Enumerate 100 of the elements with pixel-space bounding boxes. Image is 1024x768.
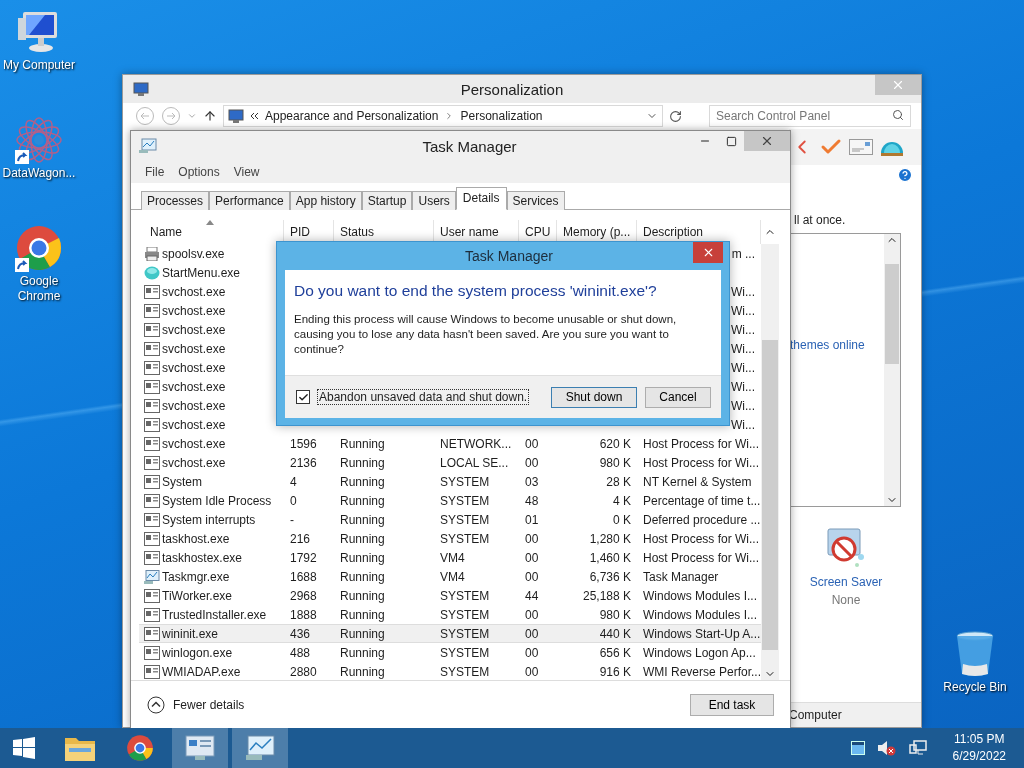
table-cell: TrustedInstaller.exe xyxy=(162,607,267,622)
table-cell-text: Running xyxy=(339,645,386,660)
table-cell-text: 4 xyxy=(289,474,298,489)
table-cell: wininit.exe xyxy=(162,626,219,641)
table-cell-text: 1,280 K xyxy=(588,531,632,546)
table-cell-text: Wi... xyxy=(730,341,756,356)
table-cell-text: Host Process for Wi... xyxy=(642,550,761,565)
table-cell-text: Host Process for Wi... xyxy=(642,436,761,451)
table-cell-text: Wi... xyxy=(730,360,756,375)
table-cell-text: 1792 xyxy=(289,550,318,565)
table-cell-text: Host Process for Wi... xyxy=(642,531,761,546)
table-cell-text: 6,736 K xyxy=(588,569,632,584)
table-cell-text: 01 xyxy=(524,512,540,527)
table-cell: TiWorker.exe xyxy=(162,588,233,603)
table-cell-text: 440 K xyxy=(598,626,632,641)
table-cell-text: 216 xyxy=(289,531,312,546)
table-cell-text: - xyxy=(289,512,295,527)
dialog-heading: Do you want to end the system process 'wininit.exe'? xyxy=(294,282,658,300)
table-cell-text: Windows Logon Ap... xyxy=(642,645,757,660)
clock-date: 6/29/2022 xyxy=(952,748,1006,765)
table-cell-text: 48 xyxy=(524,493,540,508)
screen-saver-value: None xyxy=(831,593,861,607)
table-cell-text: SYSTEM xyxy=(439,531,491,546)
table-cell-text: SYSTEM xyxy=(439,588,491,603)
table-cell: svchost.exe xyxy=(162,303,226,318)
table-cell-text: 00 xyxy=(524,645,540,660)
table-cell-text: SYSTEM xyxy=(439,664,491,679)
table-cell-text: m ... xyxy=(730,246,756,261)
table-cell-text: Wi... xyxy=(730,398,756,413)
table-cell-text: SYSTEM xyxy=(439,512,491,527)
table-cell-text: 00 xyxy=(524,531,540,546)
table-cell-text: NETWORK... xyxy=(439,436,513,451)
table-cell-text: 436 xyxy=(289,626,312,641)
table-cell-text: VM4 xyxy=(439,550,466,565)
dialog-message: Ending this process will cause Windows to become unusable or shut down, causing you to lose any data hasn't been saved. Are you sure you want to continue? xyxy=(294,312,678,357)
table-cell: winlogon.exe xyxy=(162,645,233,660)
table-cell: svchost.exe xyxy=(162,398,226,413)
table-cell-text: Running xyxy=(339,512,386,527)
window-title: Personalization xyxy=(459,80,565,98)
table-cell-text: 2880 xyxy=(289,664,318,679)
table-cell-text: VM4 xyxy=(439,569,466,584)
table-cell-text: 0 xyxy=(289,493,298,508)
table-cell-text: 1,460 K xyxy=(588,550,632,565)
table-cell: svchost.exe xyxy=(162,360,226,375)
table-cell-text: 2968 xyxy=(289,588,318,603)
table-cell-text: Deferred procedure ... xyxy=(642,512,761,527)
table-cell-text: 620 K xyxy=(598,436,632,451)
table-cell-text: SYSTEM xyxy=(439,607,491,622)
table-cell: StartMenu.exe xyxy=(162,265,241,280)
table-cell-text: Running xyxy=(339,569,386,584)
table-cell-text: Wi... xyxy=(730,417,756,432)
table-cell-text: NT Kernel & System xyxy=(642,474,753,489)
table-cell-text: SYSTEM xyxy=(439,493,491,508)
table-cell-text: Running xyxy=(339,436,386,451)
table-cell: System interrupts xyxy=(162,512,256,527)
table-cell-text: Running xyxy=(339,664,386,679)
table-cell-text: 25,188 K xyxy=(581,588,632,603)
table-cell-text: 488 xyxy=(289,645,312,660)
table-cell-text: Running xyxy=(339,455,386,470)
table-cell-text: 03 xyxy=(524,474,540,489)
table-cell-text: Host Process for Wi... xyxy=(642,455,761,470)
table-cell-text: SYSTEM xyxy=(439,626,491,641)
table-cell-text: SYSTEM xyxy=(439,645,491,660)
table-cell: svchost.exe xyxy=(162,379,226,394)
table-cell: svchost.exe xyxy=(162,322,226,337)
table-cell: svchost.exe xyxy=(162,284,226,299)
table-cell-text: Wi... xyxy=(730,322,756,337)
table-cell-text: SYSTEM xyxy=(439,474,491,489)
table-cell-text: 00 xyxy=(524,607,540,622)
table-cell-text: 916 K xyxy=(598,664,632,679)
table-cell-text: 00 xyxy=(524,626,540,641)
table-cell-text: 0 K xyxy=(612,512,632,527)
table-cell-text: Windows Modules I... xyxy=(642,588,759,603)
table-cell-text: Running xyxy=(339,607,386,622)
table-cell-text: Windows Modules I... xyxy=(642,607,759,622)
clock-time: 11:05 PM xyxy=(954,731,1005,748)
table-cell-text: 00 xyxy=(524,436,540,451)
table-cell-text: Running xyxy=(339,493,386,508)
table-cell-text: 4 K xyxy=(612,493,632,508)
table-cell: taskhostex.exe xyxy=(162,550,243,565)
table-cell-text: Running xyxy=(339,474,386,489)
table-cell-text: 44 xyxy=(524,588,540,603)
table-cell-text: Wi... xyxy=(730,379,756,394)
window-title: Task Manager xyxy=(421,137,518,155)
dialog-title: Task Manager xyxy=(464,247,554,266)
table-cell-text: Windows Start-Up A... xyxy=(642,626,761,641)
table-cell: WMIADAP.exe xyxy=(162,664,241,679)
table-cell: System Idle Process xyxy=(162,493,272,508)
table-cell: System xyxy=(162,474,202,489)
table-cell-text: Running xyxy=(339,626,386,641)
description-text: ll at once. xyxy=(793,212,847,229)
table-cell: svchost.exe xyxy=(162,341,226,356)
table-cell-text: 00 xyxy=(524,455,540,470)
footer-text: Computer xyxy=(789,708,842,722)
table-cell: svchost.exe xyxy=(162,417,226,432)
table-cell-text: 980 K xyxy=(598,455,632,470)
table-cell-text: Wi... xyxy=(730,284,756,299)
table-cell-text: Percentage of time t... xyxy=(642,493,761,508)
table-cell: svchost.exe xyxy=(162,436,226,451)
table-cell-text: Wi... xyxy=(730,303,756,318)
